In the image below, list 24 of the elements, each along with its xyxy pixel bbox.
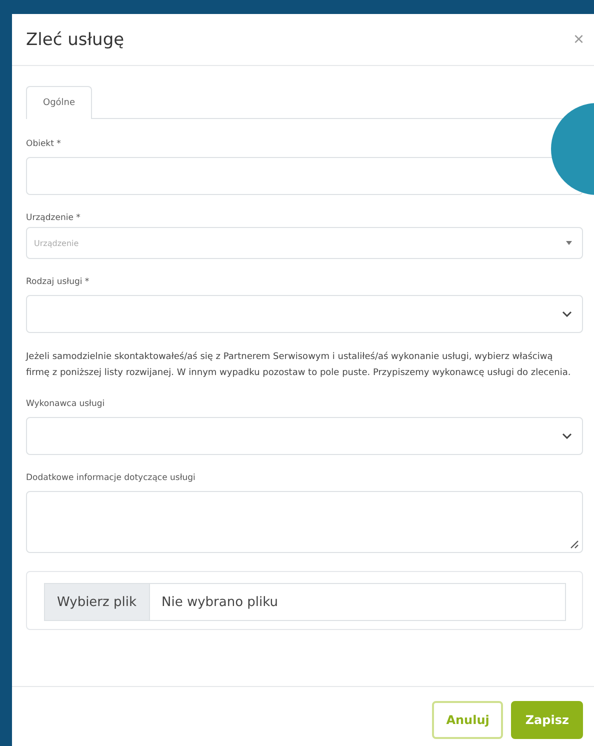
- choose-file-button[interactable]: Wybierz plik: [45, 584, 150, 620]
- field-label: Wykonawca usługi: [26, 399, 106, 409]
- chevron-down-icon: [562, 311, 572, 317]
- field-label: Dodatkowe informacje dotyczące usługi: [26, 473, 196, 483]
- file-input[interactable]: Wybierz plik Nie wybrano pliku: [44, 583, 566, 621]
- field-label: Rodzaj usługi *: [26, 277, 90, 287]
- placeholder-text: Urządzenie: [34, 238, 79, 248]
- file-status-text: Nie wybrano pliku: [160, 594, 278, 610]
- field-label: Urządzenie *: [26, 213, 82, 223]
- cancel-button[interactable]: Anuluj: [432, 701, 504, 739]
- select-field[interactable]: [26, 295, 583, 333]
- select-field[interactable]: [26, 417, 583, 455]
- chevron-down-icon: [562, 433, 572, 439]
- close-button[interactable]: ×: [569, 29, 588, 50]
- caret-icon: [566, 241, 572, 245]
- input-field[interactable]: [26, 157, 583, 195]
- save-button[interactable]: Zapisz: [511, 701, 583, 739]
- textarea-field[interactable]: [26, 491, 583, 553]
- resize-grip-icon: [570, 540, 579, 549]
- dropdown-field[interactable]: Urządzenie: [26, 227, 583, 259]
- help-text: Jeżeli samodzielnie skontaktowałeś/aś się z Partnerem Serwisowym i ustaliłeś/aś wykonanie usługi, wybierz właściwą firmę z poniższej listy rozwijanej. W innym wypadku pozostaw to pole puste. Przypiszemy wykonawcę usługi do zlecenia.: [26, 350, 572, 380]
- dialog-title: Zleć usługę: [26, 30, 124, 50]
- field-label: Obiekt *: [26, 139, 62, 149]
- tab[interactable]: Ogólne: [26, 86, 92, 119]
